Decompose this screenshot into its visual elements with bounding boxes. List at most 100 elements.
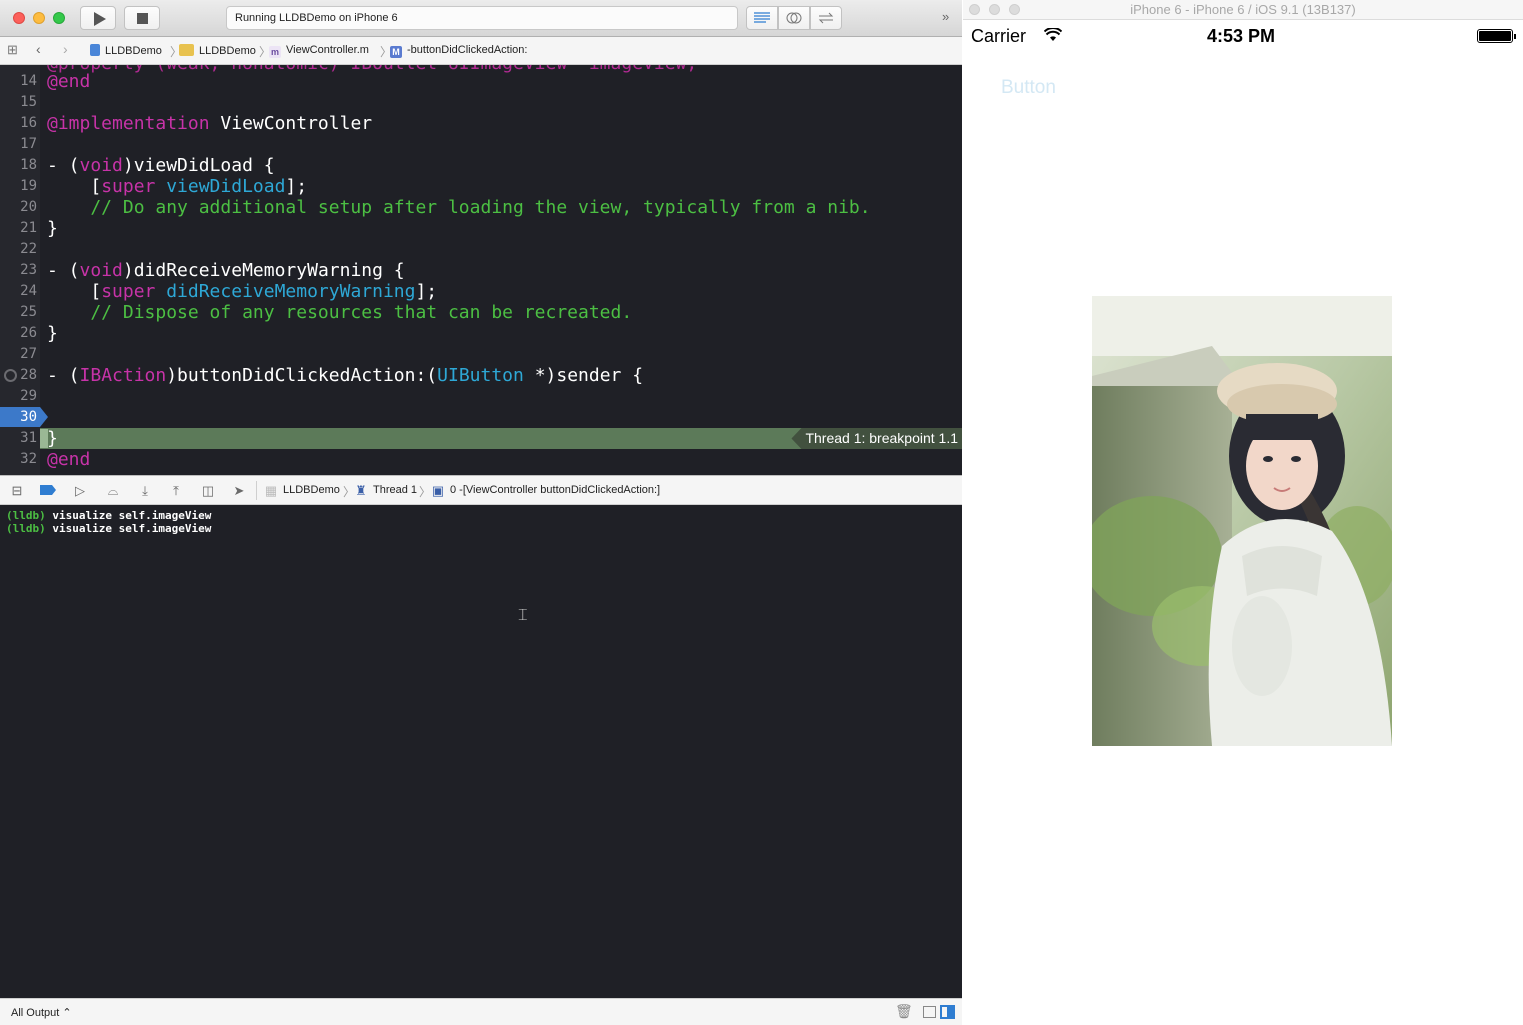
standard-editor-button[interactable] — [746, 6, 778, 30]
code-line-current: 31 } Thread 1: breakpoint 1.1 — [0, 428, 962, 449]
code-line: 23 - (void)didReceiveMemoryWarning { — [0, 260, 962, 281]
simulator-title: iPhone 6 - iPhone 6 / iOS 9.1 (13B137) — [1130, 2, 1356, 17]
line-number: 27 — [20, 346, 37, 362]
code-line: 17 — [0, 134, 962, 155]
back-icon[interactable]: ‹ — [36, 41, 41, 57]
forward-icon[interactable]: › — [63, 41, 68, 57]
code-text: } — [47, 323, 58, 344]
line-number: 31 — [20, 430, 37, 446]
breadcrumb-file[interactable]: m ViewController.m — [269, 44, 369, 58]
trash-icon[interactable]: 🗑 — [895, 1003, 913, 1020]
lldb-console[interactable]: (lldb) visualize self.imageView (lldb) v… — [0, 505, 962, 998]
code-line: 29 — [0, 386, 962, 407]
code-text: - (void)viewDidLoad { — [47, 155, 275, 176]
zoom-window-button[interactable] — [53, 12, 65, 24]
more-chevron-icon[interactable]: » — [942, 9, 949, 24]
code-text: [super viewDidLoad]; — [47, 176, 308, 197]
stop-icon — [137, 13, 148, 24]
show-variables-view-icon[interactable] — [923, 1006, 936, 1018]
debug-frame[interactable]: 0 -[ViewController buttonDidClickedActio… — [450, 484, 660, 496]
code-text: } — [47, 428, 58, 449]
line-number: 32 — [20, 451, 37, 467]
breakpoints-toggle-icon[interactable] — [40, 483, 56, 499]
code-line: 19 [super viewDidLoad]; — [0, 176, 962, 197]
code-line: 15 — [0, 92, 962, 113]
step-over-icon[interactable]: ⌓ — [105, 483, 121, 499]
debug-project[interactable]: LLDBDemo — [283, 484, 340, 496]
implementation-file-icon: m — [269, 46, 281, 58]
venn-icon — [786, 12, 802, 24]
code-line: 25 // Dispose of any resources that can … — [0, 302, 962, 323]
wifi-icon — [1044, 28, 1062, 41]
show-console-view-icon[interactable] — [940, 1005, 955, 1019]
line-number: 18 — [20, 157, 37, 173]
assistant-editor-button[interactable] — [778, 6, 810, 30]
close-window-button[interactable] — [13, 12, 25, 24]
version-editor-button[interactable] — [810, 6, 842, 30]
console-line: (lldb) visualize self.imageView — [6, 522, 212, 535]
line-number: 20 — [20, 199, 37, 215]
location-icon[interactable]: ➤ — [231, 483, 247, 499]
code-line: 20 // Do any additional setup after load… — [0, 197, 962, 218]
app-target-icon: ▦ — [264, 483, 278, 498]
code-line: 27 — [0, 344, 962, 365]
debug-thread[interactable]: Thread 1 — [373, 484, 417, 496]
line-number: 26 — [20, 325, 37, 341]
continue-icon[interactable]: ▷ — [72, 483, 88, 499]
code-text: - (IBAction)buttonDidClickedAction:(UIBu… — [47, 365, 644, 386]
code-comment: // Do any additional setup after loading… — [47, 197, 871, 218]
breadcrumb-project[interactable]: LLDBDemo — [90, 44, 162, 57]
code-line: 32 @end — [0, 449, 962, 470]
jump-bar: ⊞ ‹ › LLDBDemo 〉 LLDBDemo 〉 m ViewControl… — [0, 37, 962, 65]
hide-debug-area-icon[interactable]: ⊟ — [9, 483, 25, 499]
code-line: 28 - (IBAction)buttonDidClickedAction:(U… — [0, 365, 962, 386]
breadcrumb-group[interactable]: LLDBDemo — [179, 44, 256, 57]
iphone-screen[interactable]: Carrier 4:53 PM Button — [971, 20, 1523, 1020]
step-out-icon[interactable]: ⤒ — [168, 483, 184, 499]
line-number: 14 — [20, 73, 37, 89]
code-line: 16 @implementation ViewController — [0, 113, 962, 134]
console-line: (lldb) visualize self.imageView — [6, 509, 212, 522]
line-number: 25 — [20, 304, 37, 320]
app-button[interactable]: Button — [1001, 77, 1056, 99]
line-number: 19 — [20, 178, 37, 194]
line-number: 30 — [20, 409, 37, 425]
step-into-icon[interactable]: ⤓ — [137, 483, 153, 499]
method-icon: M — [390, 46, 402, 58]
code-line: 24 [super didReceiveMemoryWarning]; — [0, 281, 962, 302]
related-items-grid-icon[interactable]: ⊞ — [7, 42, 18, 58]
line-number: 28 — [20, 367, 37, 383]
code-text: @end — [47, 71, 91, 92]
code-line: 21 } — [0, 218, 962, 239]
code-text: - (void)didReceiveMemoryWarning { — [47, 260, 405, 281]
minimize-window-button[interactable] — [33, 12, 45, 24]
line-number: 23 — [20, 262, 37, 278]
stop-button[interactable] — [124, 6, 160, 30]
run-button[interactable] — [80, 6, 116, 30]
image-view — [1092, 296, 1392, 746]
activity-view: Running LLDBDemo on iPhone 6 — [226, 6, 738, 30]
code-line: 22 — [0, 239, 962, 260]
battery-icon — [1477, 29, 1516, 43]
text-cursor-icon: ⌶ — [518, 605, 528, 624]
swap-arrows-icon — [818, 12, 834, 24]
console-status-bar: All Output ⌃ 🗑 — [0, 998, 962, 1025]
breadcrumb-method[interactable]: M -buttonDidClickedAction: — [390, 44, 527, 58]
source-editor[interactable]: @property (weak, nonatomic) IBOutlet UII… — [0, 65, 962, 475]
status-time: 4:53 PM — [1207, 26, 1276, 46]
line-number: 15 — [20, 94, 37, 110]
project-file-icon — [90, 44, 100, 56]
thread-icon: ♜ — [355, 483, 367, 498]
code-line: 14 @end — [0, 71, 962, 92]
output-filter-select[interactable]: All Output ⌃ — [11, 1006, 72, 1019]
code-text: @implementation ViewController — [47, 113, 373, 134]
code-text: @end — [47, 449, 91, 470]
code-line: 26 } — [0, 323, 962, 344]
code-text: [super didReceiveMemoryWarning]; — [47, 281, 438, 302]
code-line-breakpoint: 30 — [0, 407, 962, 428]
play-icon — [94, 12, 106, 26]
breakpoint-annotation: Thread 1: breakpoint 1.1 — [791, 428, 962, 449]
view-debugger-icon[interactable]: ◫ — [200, 483, 216, 499]
code-text: } — [47, 218, 58, 239]
line-number: 24 — [20, 283, 37, 299]
